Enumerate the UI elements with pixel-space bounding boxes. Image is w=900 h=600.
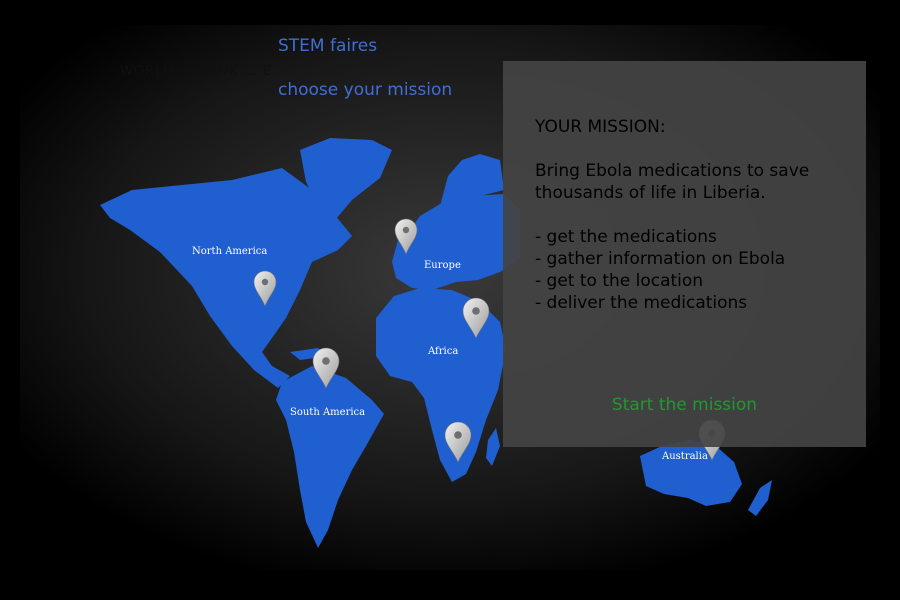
stem-faires-link[interactable]: STEM faires xyxy=(278,36,377,56)
mission-body: Bring Ebola medications to save thousand… xyxy=(535,160,855,314)
choose-mission-link[interactable]: choose your mission xyxy=(278,80,452,100)
mission-heading: YOUR MISSION: xyxy=(535,117,666,137)
game-stage: North America Europe Africa South Americ… xyxy=(0,0,900,600)
mission-panel: YOUR MISSION: Bring Ebola medications to… xyxy=(503,61,866,447)
mission-task: - get the medications xyxy=(535,227,717,247)
mission-task: - gather information on Ebola xyxy=(535,249,786,269)
mission-task-list: - get the medications - gather informati… xyxy=(535,226,855,314)
label-africa: Africa xyxy=(427,346,458,357)
mission-task: - deliver the medications xyxy=(535,293,748,313)
start-mission-button[interactable]: Start the mission xyxy=(503,395,866,415)
map-title-faded: WORLD … BANK … E xyxy=(120,64,273,79)
label-europe: Europe xyxy=(424,260,461,271)
mission-description: Bring Ebola medications to save thousand… xyxy=(535,161,810,203)
label-australia: Australia xyxy=(661,451,708,462)
label-north-america: North America xyxy=(192,246,267,257)
mission-task: - get to the location xyxy=(535,271,704,291)
label-south-america: South America xyxy=(290,407,365,418)
